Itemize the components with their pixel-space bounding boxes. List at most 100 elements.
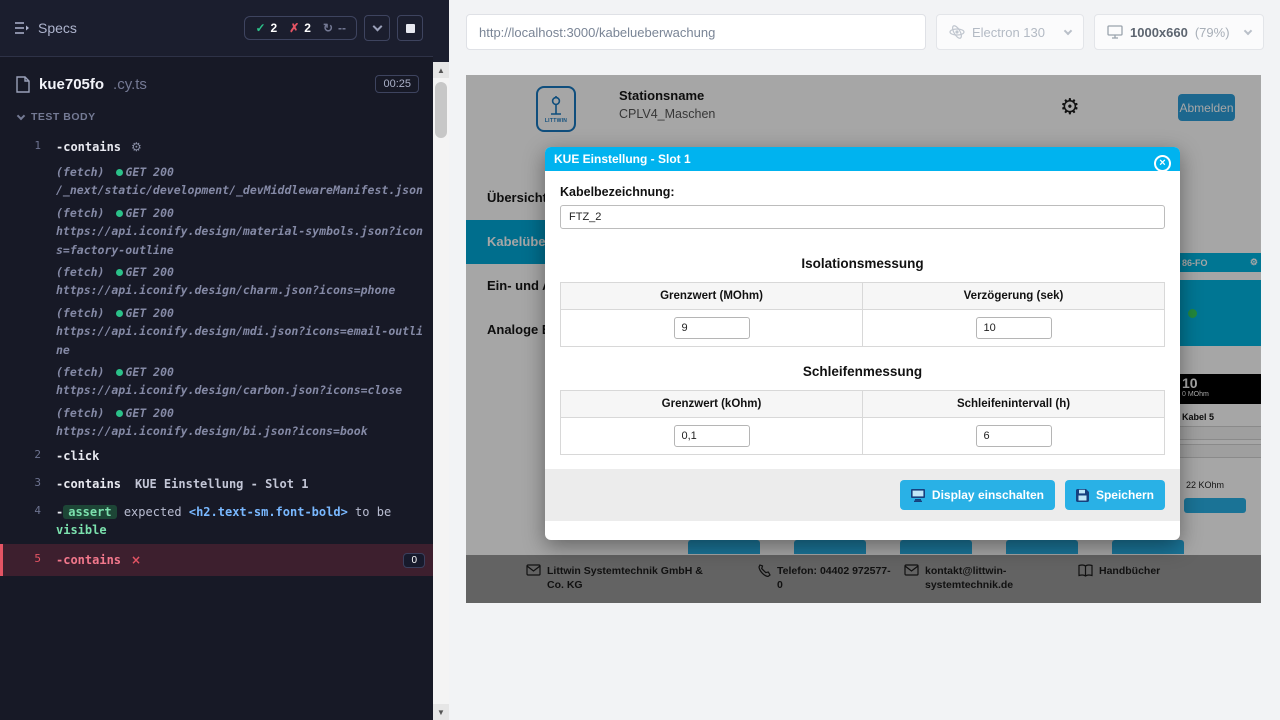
- fetch-url: https://api.iconify.design/mdi.json?icon…: [56, 322, 425, 359]
- assert-state: visible: [56, 523, 107, 537]
- command-row-assert[interactable]: 4 -assert expected <h2.text-sm.font-bold…: [0, 498, 433, 544]
- fail-x-icon: ×: [131, 553, 141, 567]
- test-body-toggle[interactable]: TEST BODY: [0, 105, 433, 133]
- command-row-contains-failed[interactable]: 5 -contains× 0: [0, 544, 433, 576]
- viewport-zoom: (79%): [1195, 25, 1230, 40]
- grenzwert-mohm-input[interactable]: [674, 317, 750, 339]
- modal-header: KUE Einstellung - Slot 1 ×: [545, 147, 1180, 171]
- command-argument: KUE Einstellung - Slot 1: [135, 477, 308, 491]
- modal-title: KUE Einstellung - Slot 1: [554, 152, 691, 166]
- command-row-contains-1[interactable]: 1 -contains⚙: [0, 133, 433, 161]
- fetch-method: GET 200: [125, 206, 173, 220]
- command-name: contains: [63, 140, 121, 154]
- command-row-click[interactable]: 2 -click: [0, 442, 433, 470]
- fetch-log-row[interactable]: (fetch)GET 200https://api.iconify.design…: [0, 402, 433, 443]
- command-row-contains-2[interactable]: 3 -containsKUE Einstellung - Slot 1: [0, 470, 433, 498]
- modal-body: Kabelbezeichnung: Isolationsmessung Gren…: [545, 171, 1180, 521]
- test-body-label: TEST BODY: [31, 111, 96, 123]
- command-number: 3: [0, 475, 56, 489]
- specs-list-icon: [14, 21, 30, 35]
- display-on-button[interactable]: Display einschalten: [900, 480, 1055, 510]
- aut-frame: LITTWIN Stationsname CPLV4_Maschen ⚙ Abm…: [466, 75, 1261, 603]
- screen: Specs ✓2 ✗2 ↻-- kue705fo .cy.ts 00:25 TE…: [0, 0, 1280, 720]
- fetch-method: GET 200: [125, 165, 173, 179]
- check-icon: ✓: [255, 21, 265, 35]
- scroll-up-arrow[interactable]: ▲: [433, 62, 449, 78]
- aut-area: Electron 130 1000x660 (79%) LITTWIN: [449, 0, 1280, 720]
- collapse-panel-button[interactable]: [364, 15, 390, 41]
- fetch-method: GET 200: [125, 365, 173, 379]
- col-grenzwert-kohm: Grenzwert (kOhm): [561, 391, 863, 418]
- col-schleifenintervall-h: Schleifenintervall (h): [863, 391, 1165, 418]
- schleifenintervall-input[interactable]: [976, 425, 1052, 447]
- cable-name-input[interactable]: [560, 205, 1165, 229]
- failed-count: 2: [304, 21, 311, 35]
- fetch-label: (fetch): [56, 265, 104, 279]
- isolation-table: Grenzwert (MOhm) Verzögerung (sek): [560, 282, 1165, 347]
- fetch-method: GET 200: [125, 306, 173, 320]
- fetch-label: (fetch): [56, 306, 104, 320]
- fetch-log-row[interactable]: (fetch) GET 200 https://api.iconify.design…: [0, 302, 433, 361]
- fetch-url: https://api.iconify.design/carbon.json?i…: [56, 381, 425, 399]
- browser-selector[interactable]: Electron 130: [936, 14, 1084, 50]
- modal-footer: Display einschalten Speichern: [545, 469, 1180, 521]
- save-floppy-icon: [1076, 489, 1089, 502]
- save-button[interactable]: Speichern: [1065, 480, 1165, 510]
- fetch-url: https://api.iconify.design/bi.json?icons…: [56, 422, 425, 440]
- specs-label: Specs: [38, 20, 77, 36]
- fetch-label: (fetch): [56, 165, 104, 179]
- passed-count: 2: [271, 21, 278, 35]
- stat-failed: ✗2: [289, 21, 311, 35]
- schleifen-section-title: Schleifenmessung: [560, 364, 1165, 379]
- status-dot-icon: [116, 169, 123, 176]
- cypress-reporter-panel: Specs ✓2 ✗2 ↻-- kue705fo .cy.ts 00:25 TE…: [0, 0, 433, 720]
- cross-icon: ✗: [289, 21, 299, 35]
- url-input[interactable]: [466, 14, 926, 50]
- fetch-url: https://api.iconify.design/charm.json?ic…: [56, 281, 425, 299]
- scroll-down-arrow[interactable]: ▼: [433, 704, 449, 720]
- refresh-icon: ↻: [323, 21, 333, 35]
- chevron-down-icon: [372, 22, 382, 32]
- fetch-log-row[interactable]: (fetch)GET 200https://api.iconify.design…: [0, 202, 433, 261]
- children-count-badge: 0: [403, 553, 425, 568]
- stat-pending: ↻ --: [323, 21, 346, 35]
- fetch-log-row[interactable]: (fetch)GET 200/_next/static/development/…: [0, 161, 433, 202]
- assert-target: <h2.text-sm.font-bold>: [189, 505, 348, 519]
- command-number: 2: [0, 447, 56, 461]
- scrollbar-thumb[interactable]: [435, 82, 447, 138]
- isolation-section-title: Isolationsmessung: [560, 256, 1165, 271]
- pending-count: --: [338, 21, 346, 35]
- spec-extension: .cy.ts: [113, 76, 147, 93]
- cypress-header: Specs ✓2 ✗2 ↻--: [0, 0, 433, 57]
- stop-icon: [406, 24, 415, 33]
- spec-name[interactable]: kue705fo: [39, 76, 104, 93]
- grenzwert-kohm-input[interactable]: [674, 425, 750, 447]
- vertical-scrollbar[interactable]: ▲ ▼: [433, 0, 449, 720]
- command-name: click: [63, 449, 99, 463]
- fetch-label: (fetch): [56, 206, 104, 220]
- stop-tests-button[interactable]: [397, 15, 423, 41]
- aut-toolbar: Electron 130 1000x660 (79%): [449, 0, 1280, 50]
- assert-badge: assert: [63, 505, 116, 519]
- schleifen-table: Grenzwert (kOhm) Schleifenintervall (h): [560, 390, 1165, 455]
- test-stats: ✓2 ✗2 ↻--: [244, 16, 357, 40]
- close-icon[interactable]: ×: [1154, 155, 1171, 172]
- command-number: 5: [3, 551, 56, 565]
- fetch-method: GET 200: [125, 406, 173, 420]
- command-log: 1 -contains⚙ (fetch)GET 200/_next/static…: [0, 133, 433, 576]
- fetch-label: (fetch): [56, 365, 104, 379]
- viewport-icon: [1107, 25, 1123, 39]
- status-dot-icon: [116, 210, 123, 217]
- spec-timer: 00:25: [375, 75, 419, 93]
- viewport-size: 1000x660: [1130, 25, 1188, 40]
- viewport-selector[interactable]: 1000x660 (79%): [1094, 14, 1264, 50]
- specs-menu-button[interactable]: Specs: [14, 20, 77, 36]
- fetch-log-row[interactable]: (fetch) GET 200 https://api.iconify.design…: [0, 361, 433, 402]
- status-dot-icon: [116, 269, 123, 276]
- fetch-log-row[interactable]: (fetch)GET 200https://api.iconify.design…: [0, 261, 433, 302]
- verzoegerung-sek-input[interactable]: [976, 317, 1052, 339]
- chevron-down-icon: [17, 112, 25, 120]
- chevron-down-icon: [1244, 26, 1252, 34]
- spec-file-icon: [16, 76, 30, 93]
- assert-expected: expected: [124, 505, 182, 519]
